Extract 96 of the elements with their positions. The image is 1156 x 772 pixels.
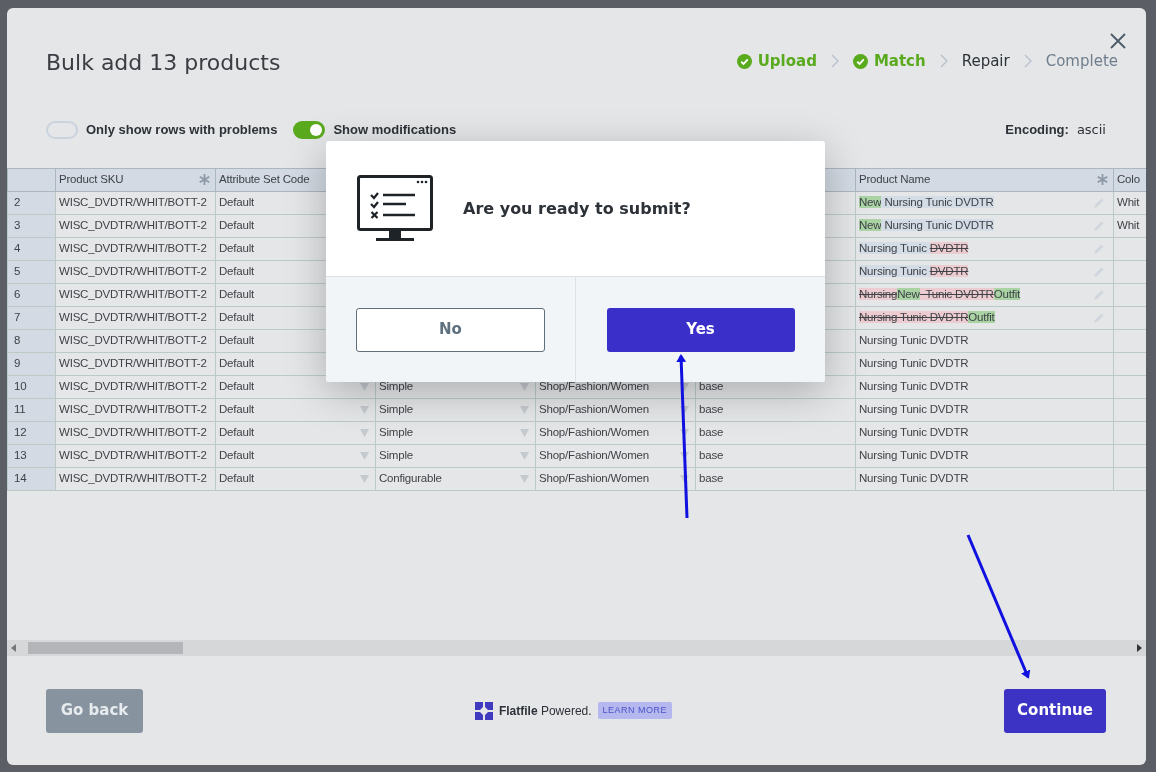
table-cell: Default — [219, 196, 255, 209]
row-number: 4 — [14, 242, 21, 255]
table-cell: base — [699, 449, 724, 462]
toggle-label: Only show rows with problems — [86, 121, 278, 140]
table-cell: WISC_DVDTR/WHIT/BOTT-2 — [59, 426, 207, 439]
toggle-label: Show modifications — [333, 121, 457, 140]
table-cell: Simple — [379, 380, 413, 393]
branding-text: Flatfile Powered. — [498, 702, 592, 720]
horizontal-scrollbar[interactable] — [7, 640, 1146, 656]
table-cell: Default — [219, 426, 255, 439]
yes-button[interactable]: Yes — [606, 307, 795, 352]
continue-button[interactable]: Continue — [1004, 688, 1106, 733]
table-cell: WISC_DVDTR/WHIT/BOTT-2 — [59, 242, 207, 255]
table-cell: Shop/Fashion/Women — [539, 449, 649, 462]
table-cell: Shop/Fashion/Women — [539, 403, 649, 416]
table-cell: Nursing Tunic DVDTR — [859, 449, 969, 462]
table-cell: Shop/Fashion/Women — [539, 426, 649, 439]
table-cell: WISC_DVDTR/WHIT/BOTT-2 — [59, 196, 207, 209]
table-cell: Default — [219, 242, 255, 255]
chevron-icon — [1023, 54, 1032, 69]
table-cell: WISC_DVDTR/WHIT/BOTT-2 — [59, 288, 207, 301]
row-number: 7 — [14, 311, 21, 324]
table-cell: WISC_DVDTR/WHIT/BOTT-2 — [59, 403, 207, 416]
table-cell: WISC_DVDTR/WHIT/BOTT-2 — [59, 449, 207, 462]
learn-more-link[interactable]: LEARN MORE — [597, 701, 673, 720]
modal-title: Bulk add 13 products — [46, 49, 281, 77]
row-number: 6 — [14, 288, 21, 301]
dropdown-triangle-icon[interactable] — [680, 429, 689, 437]
table-cell: Default — [219, 265, 255, 278]
logo-icon — [474, 701, 493, 720]
table-cell: Nursing Tunic DVDTR — [859, 242, 969, 255]
table-cell: Default — [219, 449, 255, 462]
table-cell: Whit — [1117, 219, 1140, 232]
dialog-question: Are you ready to submit? — [463, 197, 691, 220]
column-header[interactable]: Product Name — [859, 173, 931, 186]
table-cell: WISC_DVDTR/WHIT/BOTT-2 — [59, 334, 207, 347]
table-cell: Nursing Tunic DVDTROutfit — [859, 311, 995, 324]
table-cell: Configurable — [379, 472, 442, 485]
table-cell: Nursing Tunic DVDTR — [859, 334, 969, 347]
table-cell: Default — [219, 311, 255, 324]
table-cell: Default — [219, 472, 255, 485]
table-cell: New Nursing Tunic DVDTR — [859, 196, 994, 209]
table-cell: base — [699, 426, 724, 439]
table-cell: Nursing Tunic DVDTR — [859, 380, 969, 393]
row-number: 9 — [14, 357, 21, 370]
table-cell: Default — [219, 288, 255, 301]
table-cell: Nursing Tunic DVDTR — [859, 357, 969, 370]
table-cell: Default — [219, 380, 255, 393]
row-number: 14 — [14, 472, 27, 485]
table-cell: WISC_DVDTR/WHIT/BOTT-2 — [59, 472, 207, 485]
table-cell: WISC_DVDTR/WHIT/BOTT-2 — [59, 219, 207, 232]
scroll-left-icon[interactable] — [11, 644, 16, 652]
table-cell: Nursing Tunic DVDTR — [859, 403, 969, 416]
table-cell: Default — [219, 334, 255, 347]
table-cell: Shop/Fashion/Women — [539, 472, 649, 485]
table-cell: Simple — [379, 403, 413, 416]
table-cell: Default — [219, 219, 255, 232]
row-number: 5 — [14, 265, 21, 278]
row-number: 8 — [14, 334, 21, 347]
table-cell: New Nursing Tunic DVDTR — [859, 219, 994, 232]
chevron-icon — [830, 54, 839, 69]
table-cell: Simple — [379, 426, 413, 439]
row-number: 2 — [14, 196, 21, 209]
table-cell: Simple — [379, 449, 413, 462]
table-cell: Nursing Tunic DVDTR — [859, 472, 969, 485]
row-number: 12 — [14, 426, 27, 439]
table-cell: Default — [219, 357, 255, 370]
table-cell: base — [699, 472, 724, 485]
toggle-switch[interactable] — [46, 121, 78, 139]
row-number: 13 — [14, 449, 27, 462]
scroll-right-icon[interactable] — [1137, 644, 1142, 652]
dropdown-triangle-icon[interactable] — [680, 383, 689, 391]
toggle-switch[interactable] — [293, 121, 326, 139]
dropdown-triangle-icon[interactable] — [680, 406, 689, 414]
row-number: 11 — [14, 403, 26, 416]
table-cell: Whit — [1117, 196, 1140, 209]
table-cell: base — [699, 380, 724, 393]
table-cell: Nursing Tunic DVDTR — [859, 426, 969, 439]
row-number: 3 — [14, 219, 21, 232]
table-cell: Shop/Fashion/Women — [539, 380, 649, 393]
encoding-label: Encoding: — [1005, 121, 1069, 140]
table-cell: WISC_DVDTR/WHIT/BOTT-2 — [59, 357, 207, 370]
table-cell: base — [699, 403, 724, 416]
table-cell: NursingNew Tunic DVDTROutfit — [859, 288, 1020, 301]
table-cell: Default — [219, 403, 255, 416]
table-cell: WISC_DVDTR/WHIT/BOTT-2 — [59, 265, 207, 278]
table-cell: WISC_DVDTR/WHIT/BOTT-2 — [59, 380, 207, 393]
table-cell: Nursing Tunic DVDTR — [859, 265, 969, 278]
chevron-icon — [939, 54, 948, 69]
table-cell: WISC_DVDTR/WHIT/BOTT-2 — [59, 311, 207, 324]
no-button[interactable]: No — [356, 307, 545, 352]
row-number: 10 — [14, 380, 27, 393]
monitor-checklist-icon — [357, 174, 433, 243]
encoding-value: ascii — [1076, 121, 1106, 140]
dropdown-triangle-icon[interactable] — [680, 475, 689, 483]
step-label[interactable]: Repair — [961, 50, 1010, 73]
